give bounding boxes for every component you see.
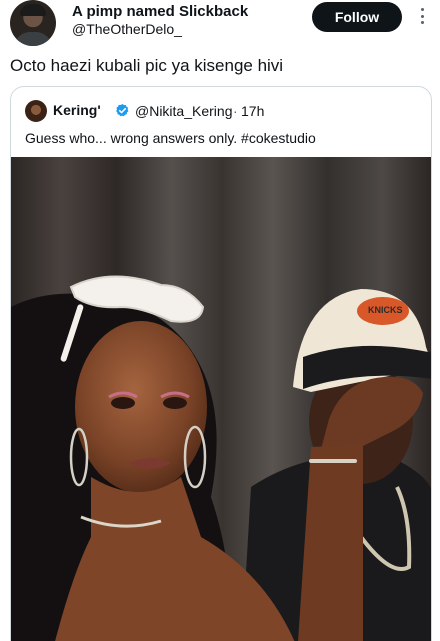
author-avatar[interactable] xyxy=(10,0,56,46)
cap-logo-text: KNICKS xyxy=(368,305,403,315)
follow-button[interactable]: Follow xyxy=(312,2,402,32)
quoted-author-handle[interactable]: @Nikita_Kering xyxy=(135,103,232,119)
quoted-author-name[interactable]: Kering' xyxy=(53,102,101,118)
time-separator: · xyxy=(233,103,238,119)
avatar-cap xyxy=(20,4,46,16)
avatar-shirt xyxy=(14,32,52,46)
tweet-header: A pimp named Slickback @TheOtherDelo_ Fo… xyxy=(0,0,440,52)
quoted-author-avatar[interactable] xyxy=(25,100,47,122)
more-options-icon[interactable] xyxy=(412,6,432,26)
quoted-tweet[interactable]: Kering' @Nikita_Kering · 17h Guess who..… xyxy=(10,86,432,641)
tweet-text: Octo haezi kubali pic ya kisenge hivi xyxy=(10,56,284,75)
verified-badge-icon xyxy=(116,103,129,117)
author-display-name[interactable]: A pimp named Slickback xyxy=(72,3,248,20)
quoted-timestamp[interactable]: 17h xyxy=(241,103,264,119)
quoted-photo[interactable] xyxy=(11,157,432,641)
author-handle[interactable]: @TheOtherDelo_ xyxy=(72,21,182,37)
quoted-tweet-text: Guess who... wrong answers only. #cokest… xyxy=(25,130,316,146)
